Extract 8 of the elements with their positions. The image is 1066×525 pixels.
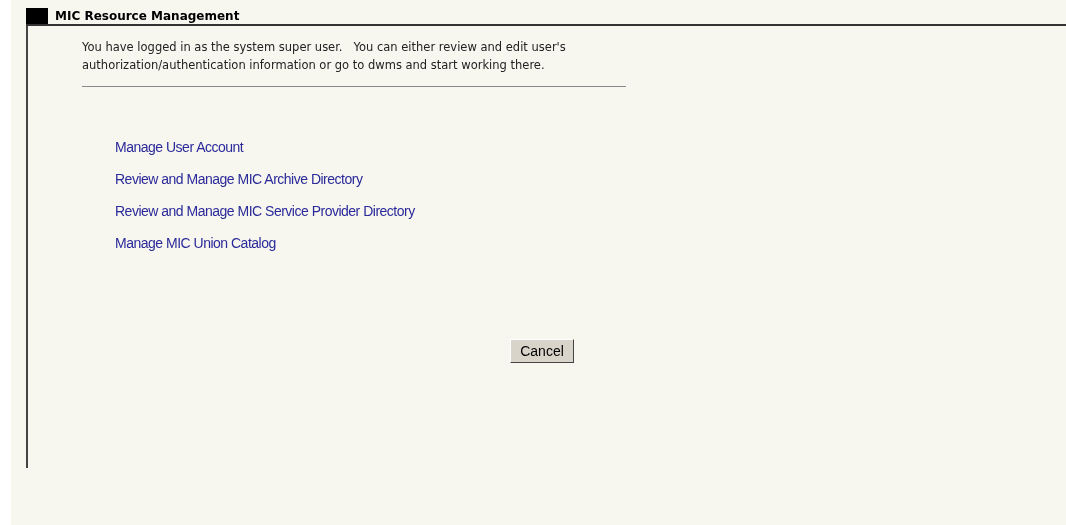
cancel-button[interactable]: Cancel <box>510 339 574 363</box>
intro-text: You have logged in as the system super user. You can either review and edit user's authorization/authentication information or go to dwms and start working there. <box>82 39 567 74</box>
nav-link[interactable]: Manage User Account <box>115 138 244 157</box>
panel-title: MIC Resource Management <box>55 9 240 24</box>
nav-link[interactable]: Review and Manage MIC Service Provider Directory <box>115 202 415 221</box>
nav-link[interactable]: Manage MIC Union Catalog <box>115 234 276 253</box>
title-marker <box>26 8 48 24</box>
nav-link[interactable]: Review and Manage MIC Archive Directory <box>115 170 363 189</box>
